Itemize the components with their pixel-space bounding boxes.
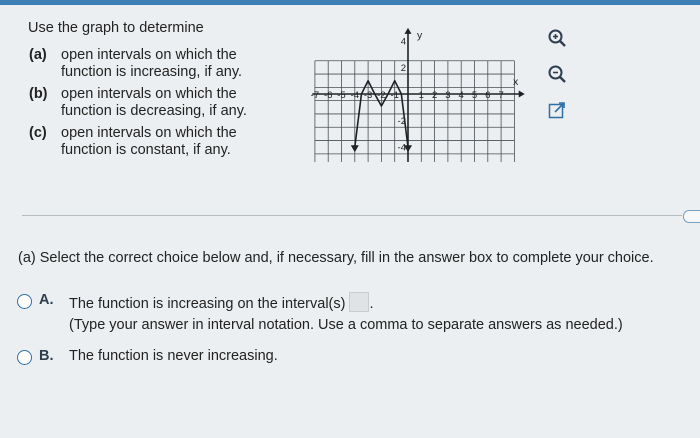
graph-tools	[545, 26, 571, 134]
x-tick-label: 3	[445, 90, 450, 101]
y-tick-label: -2	[398, 116, 406, 127]
question-text: (a) Select the correct choice below and,…	[18, 250, 654, 266]
part-a-text: open intervals on which the function is …	[61, 47, 243, 80]
section-divider	[22, 215, 682, 216]
choice-a-text-line: The function is increasing on the interv…	[69, 292, 373, 312]
x-tick-label: 5	[472, 90, 477, 101]
y-tick-label: -4	[398, 143, 406, 154]
choice-a-note: (Type your answer in interval notation. …	[69, 317, 623, 333]
y-axis-label: y	[417, 29, 423, 41]
open-external-icon	[548, 102, 565, 119]
zoom-out-button[interactable]	[545, 62, 569, 86]
prompt-part-a: (a) open intervals on which the function…	[28, 47, 256, 81]
x-tick-label: 1	[419, 90, 424, 101]
choice-a-period: .	[369, 296, 374, 312]
y-tick-label: 2	[401, 63, 406, 74]
answer-box[interactable]	[349, 292, 370, 312]
open-external-button[interactable]	[545, 98, 569, 122]
x-tick-label: -6	[324, 90, 332, 101]
zoom-in-button[interactable]	[545, 26, 569, 50]
x-axis-label: x	[513, 76, 519, 88]
prompt-part-c: (c) open intervals on which the function…	[28, 125, 256, 159]
x-tick-label: 6	[485, 90, 490, 101]
x-axis-arrow	[518, 90, 525, 98]
graph-grid	[314, 60, 515, 162]
choice-a-radio[interactable]	[17, 294, 32, 309]
y-axis-arrow	[404, 27, 412, 34]
x-tick-label: -3	[364, 90, 372, 101]
x-tick-label: -7	[311, 90, 319, 101]
x-tick-label: -1	[390, 90, 398, 101]
curve-end-arrow	[350, 145, 359, 153]
part-a-label: (a)	[29, 47, 47, 63]
x-tick-label: 4	[459, 90, 464, 101]
part-b-text: open intervals on which the function is …	[61, 86, 247, 119]
top-accent-bar	[0, 0, 700, 5]
zoom-in-icon	[548, 29, 566, 47]
x-tick-label: -2	[377, 90, 385, 101]
x-tick-label: 2	[432, 90, 437, 101]
choice-b-radio[interactable]	[17, 350, 32, 365]
choice-a-text: The function is increasing on the interv…	[69, 296, 346, 312]
prompt-intro: Use the graph to determine	[28, 20, 204, 36]
choice-b-letter: B.	[39, 348, 54, 364]
choice-a-letter: A.	[39, 292, 54, 308]
expand-handle[interactable]	[683, 210, 700, 223]
x-tick-label: -4	[351, 90, 359, 101]
part-c-label: (c)	[29, 125, 47, 141]
x-tick-label: -5	[337, 90, 345, 101]
x-tick-label: 7	[498, 90, 503, 101]
choice-b-text: The function is never increasing.	[69, 348, 278, 364]
y-tick-label: 4	[401, 36, 406, 47]
problem-prompt: Use the graph to determine (a) open inte…	[28, 20, 256, 164]
prompt-part-b: (b) open intervals on which the function…	[28, 86, 256, 120]
part-c-text: open intervals on which the function is …	[61, 125, 237, 158]
part-b-label: (b)	[29, 86, 48, 102]
zoom-out-icon	[548, 65, 566, 83]
function-graph: -7-6-5-4-3-2-1123456742-2-4-6yx	[311, 27, 525, 162]
